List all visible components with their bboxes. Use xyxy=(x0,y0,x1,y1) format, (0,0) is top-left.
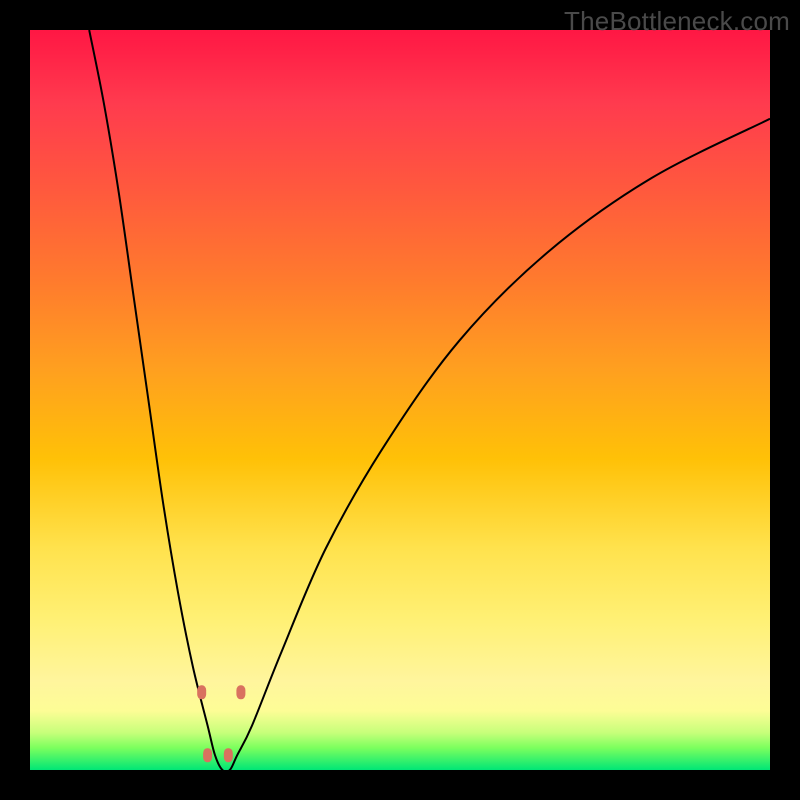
curve-marker xyxy=(236,685,245,699)
plot-area xyxy=(30,30,770,770)
curve-marker xyxy=(224,748,233,762)
curve-marker xyxy=(197,685,206,699)
curve-svg xyxy=(30,30,770,770)
chart-frame: TheBottleneck.com xyxy=(0,0,800,800)
curve-marker xyxy=(203,748,212,762)
watermark-text: TheBottleneck.com xyxy=(564,6,790,37)
bottleneck-curve xyxy=(89,30,770,770)
curve-markers xyxy=(197,685,245,762)
